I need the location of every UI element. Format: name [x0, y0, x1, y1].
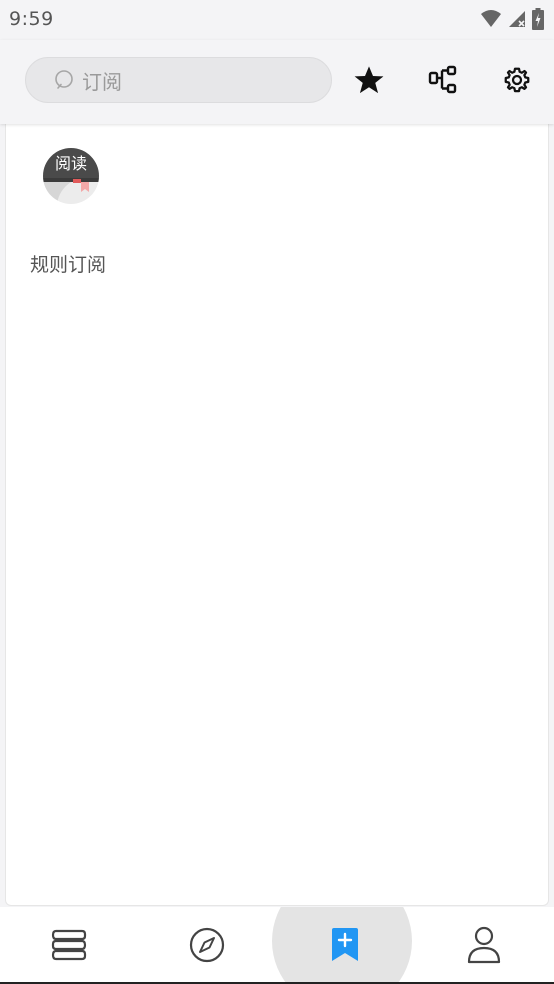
status-icons [480, 8, 544, 30]
compass-icon [189, 927, 225, 962]
nav-bookshelf[interactable] [0, 907, 138, 982]
favorite-button[interactable] [351, 62, 387, 98]
subscription-name: 规则订阅 [30, 254, 107, 276]
subscription-logo-text: 阅读 [55, 154, 87, 173]
nav-subscription[interactable] [276, 907, 414, 982]
status-time: 9:59 [9, 8, 54, 30]
gear-icon [504, 67, 530, 93]
nav-my[interactable] [415, 907, 553, 982]
subscription-list: 阅读 规则订阅 [5, 124, 549, 906]
search-placeholder: 订阅 [82, 69, 122, 94]
rule-tree-button[interactable] [425, 62, 461, 98]
status-bar: 9:59 [0, 0, 554, 40]
cell-signal-icon [509, 11, 525, 27]
settings-button[interactable] [499, 62, 535, 98]
search-icon [55, 70, 73, 89]
rule-tree-icon [428, 65, 457, 94]
wifi-icon [481, 10, 501, 27]
search-input[interactable]: 订阅 [25, 57, 332, 103]
bottom-navigation [0, 907, 554, 982]
bookshelf-icon [51, 929, 87, 960]
star-icon [354, 66, 384, 94]
person-icon [467, 926, 501, 963]
nav-discover[interactable] [138, 907, 276, 982]
subscription-logo: 阅读 [43, 148, 99, 204]
battery-icon [532, 8, 544, 30]
subscribe-bookmark-icon [332, 927, 358, 961]
top-toolbar: 订阅 [0, 40, 554, 124]
